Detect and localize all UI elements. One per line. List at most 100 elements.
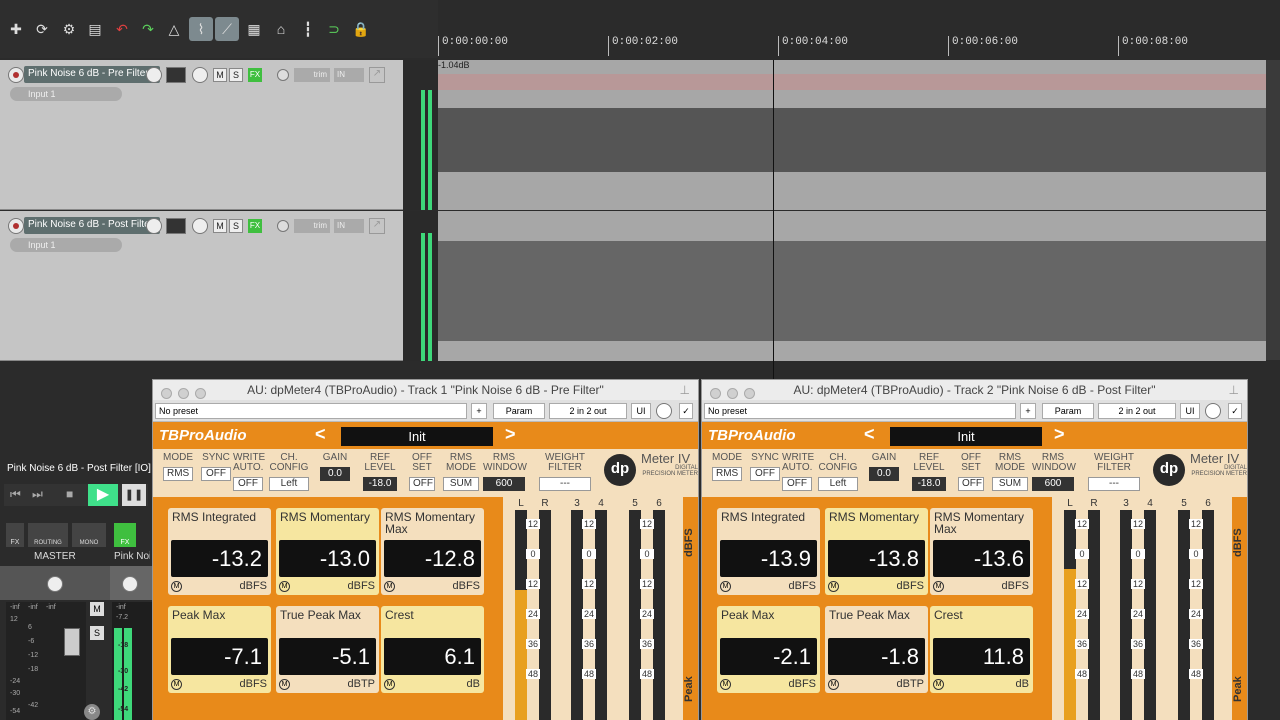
control-value[interactable]: RMS bbox=[712, 467, 742, 481]
close-icon[interactable] bbox=[161, 388, 172, 399]
preset-select[interactable]: No preset bbox=[155, 403, 467, 419]
master-mute-button[interactable]: M bbox=[90, 602, 104, 616]
prev-program-button[interactable]: < bbox=[315, 424, 326, 445]
minimize-icon[interactable] bbox=[727, 388, 738, 399]
control-0[interactable]: MODE RMS bbox=[163, 453, 193, 481]
control-1[interactable]: SYNC OFF bbox=[750, 453, 780, 481]
pause-icon[interactable]: ❚❚ bbox=[122, 484, 146, 506]
io-button[interactable]: 2 in 2 out bbox=[1098, 403, 1176, 419]
master-settings-icon[interactable]: ⚙ bbox=[84, 704, 100, 720]
readout-marker[interactable]: M bbox=[171, 679, 182, 690]
master-pan-knob[interactable] bbox=[47, 576, 63, 592]
fx-button[interactable]: FX bbox=[248, 68, 262, 82]
mute-button[interactable]: M bbox=[213, 219, 227, 233]
control-value[interactable]: 0.0 bbox=[320, 467, 350, 481]
ui-button[interactable]: UI bbox=[1180, 403, 1200, 419]
control-value[interactable]: -18.0 bbox=[912, 477, 946, 491]
env-arrow-icon[interactable]: ↗ bbox=[369, 67, 385, 83]
zoom-icon[interactable] bbox=[744, 388, 755, 399]
close-icon[interactable] bbox=[710, 388, 721, 399]
redo-icon[interactable]: ↷ bbox=[136, 17, 160, 41]
track-panel-1[interactable]: Pink Noise 6 dB - Pre Filter M S FX trim… bbox=[0, 60, 410, 210]
readout-marker[interactable]: M bbox=[171, 581, 182, 592]
wet-knob[interactable] bbox=[656, 403, 672, 419]
control-value[interactable]: SUM bbox=[992, 477, 1028, 491]
control-value[interactable]: RMS bbox=[163, 467, 193, 481]
readout-marker[interactable]: M bbox=[720, 581, 731, 592]
project-settings-icon[interactable]: ▤ bbox=[83, 17, 107, 41]
fx-button[interactable]: FX bbox=[248, 219, 262, 233]
preset-select[interactable]: No preset bbox=[704, 403, 1016, 419]
envelope-icon[interactable]: ⌂ bbox=[269, 17, 293, 41]
trim-button[interactable]: trim bbox=[294, 219, 330, 233]
control-2[interactable]: WRITE AUTO. OFF bbox=[233, 453, 265, 491]
control-9[interactable]: WEIGHT FILTER --- bbox=[539, 453, 591, 491]
control-5[interactable]: REF LEVEL -18.0 bbox=[912, 453, 946, 491]
control-value[interactable]: OFF bbox=[409, 477, 435, 491]
phase-icon[interactable] bbox=[277, 69, 289, 81]
pan-knob[interactable] bbox=[192, 218, 208, 234]
strip-pan-knob[interactable] bbox=[122, 576, 138, 592]
readout-marker[interactable]: M bbox=[933, 581, 944, 592]
bypass-checkbox[interactable]: ✓ bbox=[679, 403, 693, 419]
control-7[interactable]: RMS MODE SUM bbox=[992, 453, 1028, 491]
control-value[interactable]: 600 bbox=[483, 477, 525, 491]
readout-marker[interactable]: M bbox=[279, 581, 290, 592]
program-name[interactable]: Init bbox=[341, 427, 493, 446]
pin-icon[interactable]: ⊥ bbox=[1229, 380, 1239, 400]
ui-button[interactable]: UI bbox=[631, 403, 651, 419]
control-value[interactable]: OFF bbox=[233, 477, 263, 491]
add-preset-button[interactable]: + bbox=[1020, 403, 1036, 419]
control-value[interactable]: SUM bbox=[443, 477, 479, 491]
env-arrow-icon[interactable]: ↗ bbox=[369, 218, 385, 234]
zoom-icon[interactable] bbox=[195, 388, 206, 399]
minimize-icon[interactable] bbox=[178, 388, 189, 399]
prev-program-button[interactable]: < bbox=[864, 424, 875, 445]
control-value[interactable]: --- bbox=[539, 477, 591, 491]
control-3[interactable]: CH. CONFIG Left bbox=[818, 453, 858, 491]
control-8[interactable]: RMS WINDOW 600 bbox=[483, 453, 527, 491]
volume-knob[interactable] bbox=[146, 67, 162, 83]
pan-knob[interactable] bbox=[192, 67, 208, 83]
track-lane-2[interactable] bbox=[438, 211, 1266, 361]
route-icon[interactable] bbox=[166, 218, 186, 234]
phase-icon[interactable] bbox=[277, 220, 289, 232]
wet-knob[interactable] bbox=[1205, 403, 1221, 419]
stop-icon[interactable]: ■ bbox=[66, 487, 73, 501]
control-value[interactable]: OFF bbox=[750, 467, 780, 481]
open-project-icon[interactable]: ⟳ bbox=[30, 17, 54, 41]
lock-icon[interactable]: 🔒 bbox=[349, 17, 373, 41]
snap-icon[interactable]: ⌇ bbox=[189, 17, 213, 41]
go-to-end-icon[interactable]: ⏭ bbox=[32, 487, 43, 502]
master-fx-button[interactable]: FX bbox=[6, 523, 24, 547]
lock-grid-icon[interactable]: ┇ bbox=[296, 17, 320, 41]
control-8[interactable]: RMS WINDOW 600 bbox=[1032, 453, 1076, 491]
track-panel-2[interactable]: Pink Noise 6 dB - Post Filter M S FX tri… bbox=[0, 211, 410, 361]
solo-button[interactable]: S bbox=[229, 68, 243, 82]
control-9[interactable]: WEIGHT FILTER --- bbox=[1088, 453, 1140, 491]
readout-marker[interactable]: M bbox=[933, 679, 944, 690]
control-1[interactable]: SYNC OFF bbox=[201, 453, 231, 481]
control-value[interactable]: OFF bbox=[782, 477, 812, 491]
input-monitor-button[interactable]: IN bbox=[334, 68, 364, 82]
readout-marker[interactable]: M bbox=[828, 679, 839, 690]
input-monitor-button[interactable]: IN bbox=[334, 219, 364, 233]
track-lane-1[interactable]: -1.04dB bbox=[438, 60, 1266, 210]
record-arm-button[interactable] bbox=[8, 67, 24, 83]
volume-knob[interactable] bbox=[146, 218, 162, 234]
play-icon[interactable]: ▶ bbox=[88, 484, 118, 506]
undo-icon[interactable]: ↶ bbox=[110, 17, 134, 41]
control-value[interactable]: -18.0 bbox=[363, 477, 397, 491]
master-solo-button[interactable]: S bbox=[90, 626, 104, 640]
program-name[interactable]: Init bbox=[890, 427, 1042, 446]
next-program-button[interactable]: > bbox=[505, 424, 516, 445]
control-0[interactable]: MODE RMS bbox=[712, 453, 742, 481]
control-value[interactable]: 600 bbox=[1032, 477, 1074, 491]
input-selector[interactable]: Input 1 bbox=[10, 87, 122, 101]
control-2[interactable]: WRITE AUTO. OFF bbox=[782, 453, 814, 491]
readout-marker[interactable]: M bbox=[828, 581, 839, 592]
control-5[interactable]: REF LEVEL -18.0 bbox=[363, 453, 397, 491]
vertical-scrollbar[interactable] bbox=[1266, 60, 1280, 360]
trim-button[interactable]: trim bbox=[294, 68, 330, 82]
control-value[interactable]: OFF bbox=[958, 477, 984, 491]
